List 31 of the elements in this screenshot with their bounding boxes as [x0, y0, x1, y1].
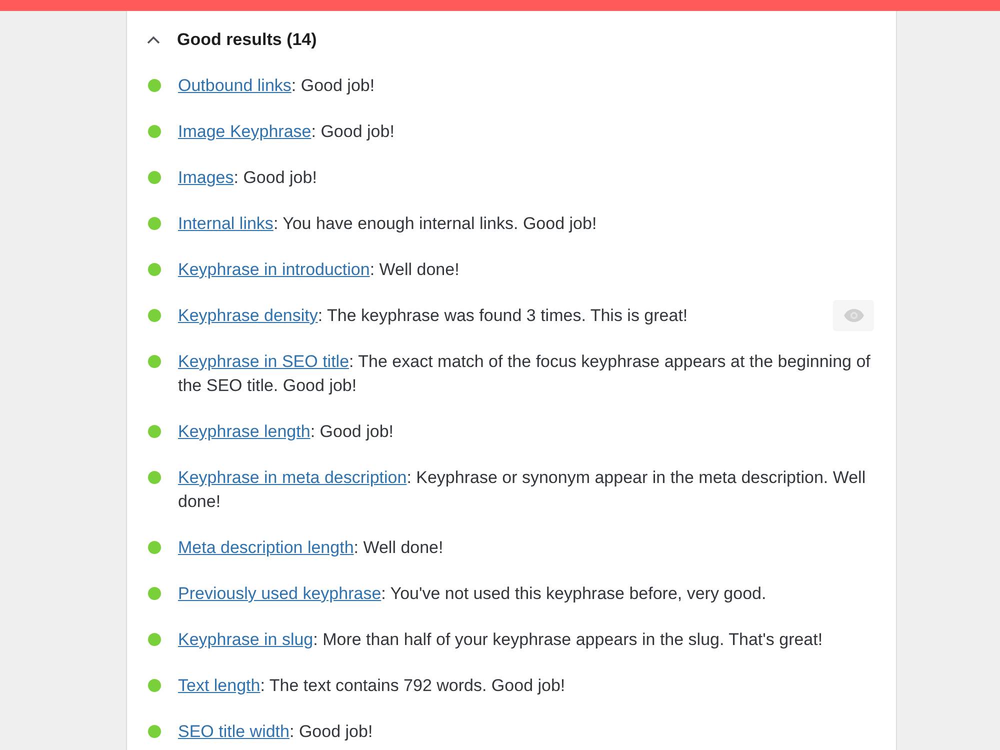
result-link[interactable]: Outbound links	[178, 76, 292, 95]
result-link[interactable]: Keyphrase in SEO title	[178, 352, 350, 371]
result-text: Keyphrase in SEO title: The exact match of the focus keyphrase appears at the beginning of the SEO title. Good job!	[178, 351, 872, 397]
result-text: Internal links: You have enough internal links. Good job!	[178, 213, 598, 235]
result-text: Keyphrase length: Good job!	[178, 421, 394, 443]
chevron-icon	[147, 36, 160, 44]
result-text: Keyphrase in slug: More than half of your keyphrase appears in the slug. That's great!	[178, 629, 824, 651]
result-link[interactable]: Keyphrase density	[178, 306, 318, 325]
result-text: Keyphrase density: The keyphrase was found 3 times. This is great!	[178, 305, 689, 327]
result-text: Image Keyphrase: Good job!	[178, 121, 396, 143]
result-link[interactable]: Keyphrase in slug	[178, 630, 314, 649]
result-link[interactable]: Previously used keyphrase	[178, 584, 382, 603]
result-text: Text length: The text contains 792 words. Good job!	[178, 675, 566, 697]
result-link[interactable]: Keyphrase length	[178, 422, 310, 441]
result-link[interactable]: Images	[178, 168, 234, 187]
result-text: Meta description length: Well done!	[178, 537, 444, 559]
result-link[interactable]: Text length	[178, 676, 260, 695]
result-text: Previously used keyphrase: You've not used this keyphrase before, very good.	[178, 583, 768, 605]
result-text: Keyphrase in meta description: Keyphrase or synonym appear in the meta description. Well done!	[178, 467, 867, 513]
result-link[interactable]: Keyphrase in introduction	[178, 260, 370, 279]
result-text: Keyphrase in introduction: Well done!	[178, 259, 460, 281]
result-link[interactable]: Internal links	[178, 214, 274, 233]
result-link[interactable]: SEO title width	[178, 722, 290, 741]
result-text: SEO title width: Good job!	[178, 721, 374, 743]
result-link[interactable]: Image Keyphrase	[178, 122, 312, 141]
result-text: Outbound links: Good job!	[178, 75, 376, 97]
section-toggle-button[interactable]: Good results (14)	[147, 28, 317, 52]
eye-icon	[844, 309, 864, 322]
result-text: Images: Good job!	[178, 167, 318, 189]
result-link[interactable]: Keyphrase in meta description	[178, 468, 407, 487]
result-link[interactable]: Meta description length	[178, 538, 354, 557]
